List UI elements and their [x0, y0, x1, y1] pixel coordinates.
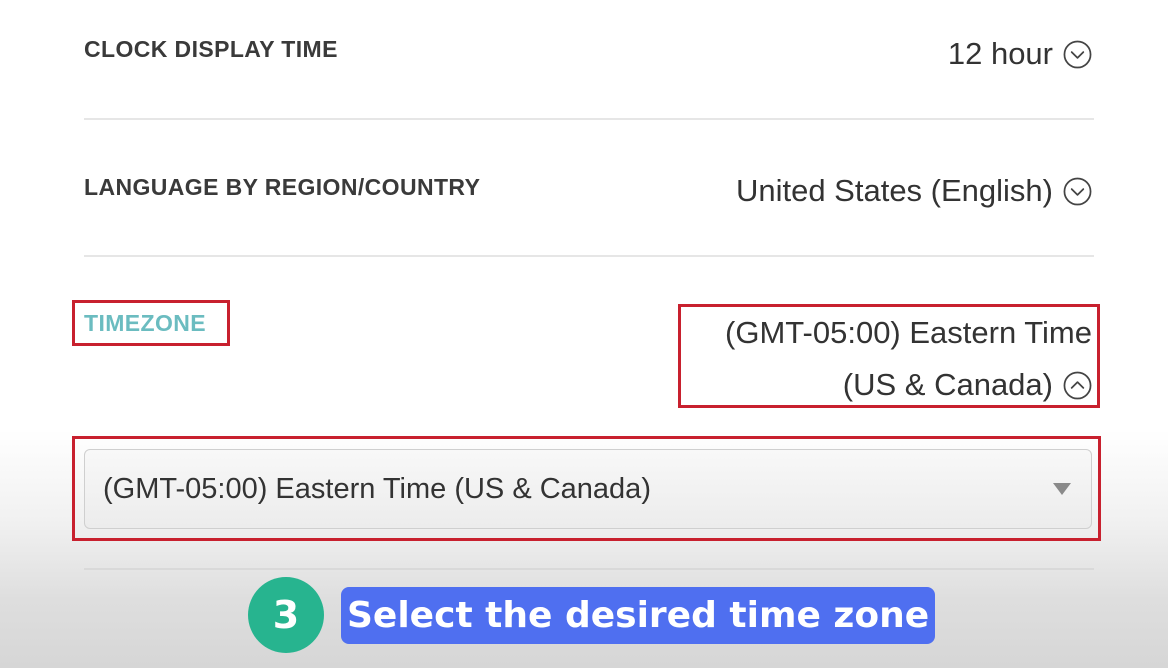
timezone-select-value: (GMT-05:00) Eastern Time (US & Canada): [103, 472, 651, 505]
step-number-badge: 3: [248, 577, 324, 653]
step-caption: Select the desired time zone: [341, 587, 936, 644]
divider: [84, 255, 1094, 257]
clock-display-time-value: 12 hour: [947, 36, 1053, 71]
language-region-dropdown[interactable]: United States (English): [736, 173, 1092, 209]
timezone-value-line1: (GMT-05:00) Eastern Time: [725, 315, 1092, 350]
chevron-up-circle-icon[interactable]: [1063, 371, 1092, 400]
language-region-label: LANGUAGE BY REGION/COUNTRY: [84, 174, 481, 200]
chevron-down-circle-icon[interactable]: [1063, 40, 1092, 69]
language-region-value: United States (English): [735, 173, 1053, 208]
clock-display-time-label: CLOCK DISPLAY TIME: [84, 36, 338, 62]
timezone-value-line2: (US & Canada): [842, 367, 1053, 402]
timezone-dropdown[interactable]: (GMT-05:00) Eastern Time (US & Canada): [672, 307, 1092, 411]
clock-display-time-dropdown[interactable]: 12 hour: [948, 36, 1092, 72]
divider: [84, 568, 1094, 570]
dropdown-arrow-icon: [1053, 483, 1071, 495]
divider: [84, 118, 1094, 120]
timezone-label: TIMEZONE: [84, 310, 207, 336]
chevron-down-circle-icon[interactable]: [1063, 177, 1092, 206]
timezone-select[interactable]: (GMT-05:00) Eastern Time (US & Canada): [84, 449, 1092, 529]
